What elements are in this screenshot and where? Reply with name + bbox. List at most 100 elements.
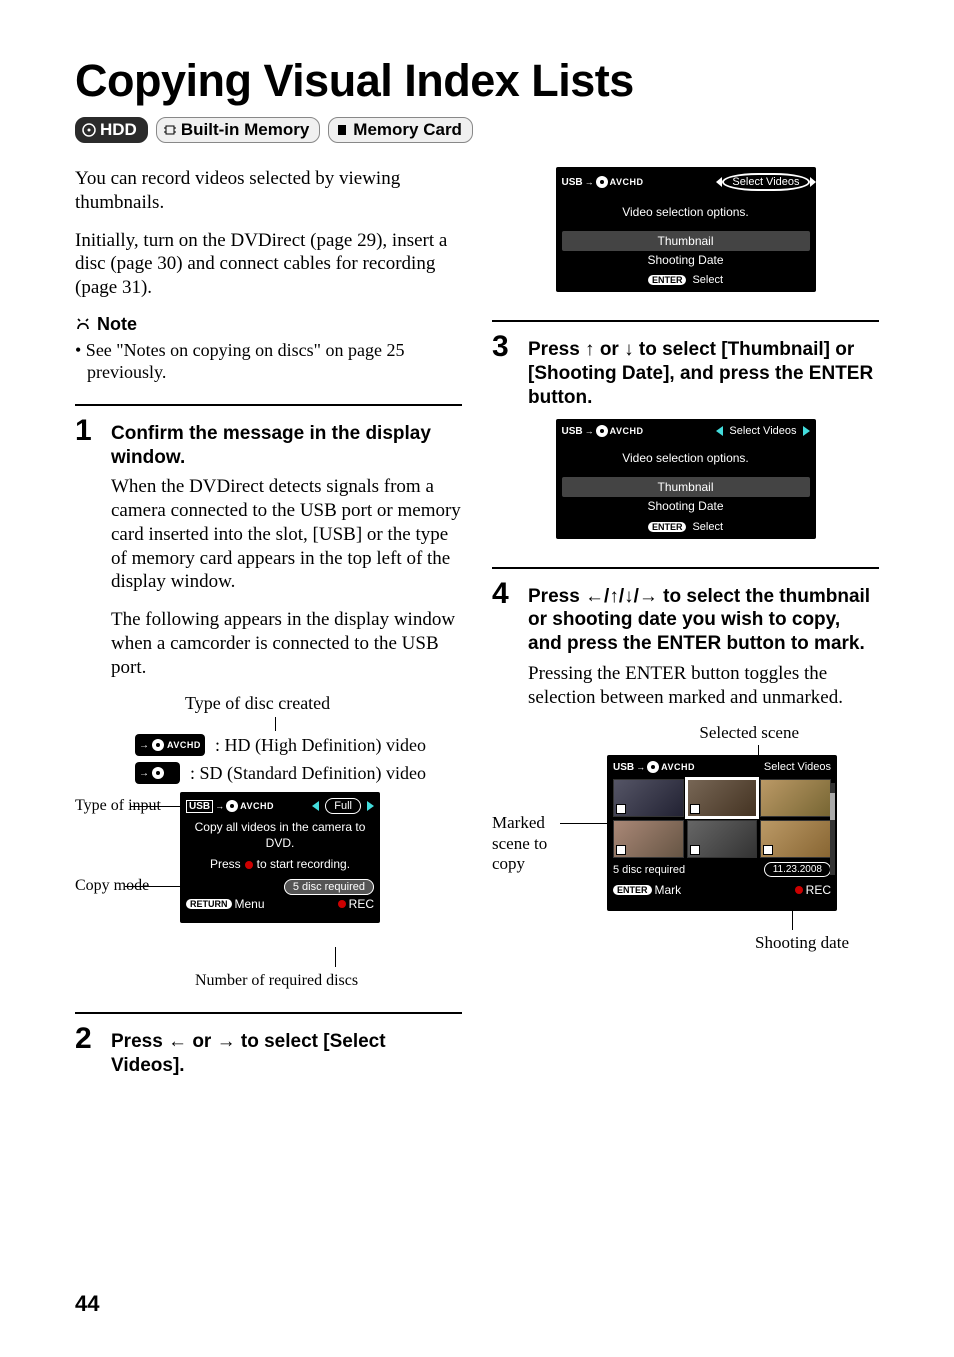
step-4-body: Pressing the ENTER button toggles the se…	[528, 662, 879, 710]
sd-disc-icon: →	[135, 762, 180, 784]
lcd3-enter-btn[interactable]: ENTER	[648, 522, 687, 532]
arrow-left-icon[interactable]	[312, 801, 319, 811]
lcd-screen-1: USB → AVCHD Full Copy all videos in the …	[180, 792, 380, 923]
badge-card: Memory Card	[328, 117, 473, 143]
separator	[492, 567, 879, 569]
badge-builtin-label: Built-in Memory	[181, 120, 309, 140]
lcd3-message: Video selection options.	[562, 451, 810, 467]
caption-disc-type: Type of disc created	[185, 693, 462, 714]
thumbnail-3[interactable]	[760, 779, 831, 817]
lcd2-disc-icon	[596, 176, 608, 188]
note-icon	[75, 316, 91, 332]
lcd2-usb: USB	[562, 177, 583, 188]
thumbnail-1[interactable]: ✓	[613, 779, 684, 817]
lcd1-usb: USB	[186, 800, 213, 813]
left-column: You can record videos selected by viewin…	[75, 167, 462, 1084]
label-selected-scene: Selected scene	[699, 723, 799, 743]
lcd2-message: Video selection options.	[562, 205, 810, 221]
step-3-heading: Press ↑ or ↓ to select [Thumbnail] or [S…	[528, 338, 879, 409]
lcd4-date: 11.23.2008	[764, 862, 831, 877]
rec-icon[interactable]	[338, 900, 346, 908]
lcd4-disc-icon	[647, 761, 659, 773]
step-4-heading: Press ←/↑/↓/→ to select the thumbnail or…	[528, 585, 879, 656]
separator	[492, 320, 879, 322]
page-number: 44	[75, 1291, 99, 1317]
lcd3-select-videos: Select Videos	[729, 425, 796, 437]
note-body: • See "Notes on copying on discs" on pag…	[75, 339, 462, 384]
lcd1-message: Copy all videos in the camera to DVD.	[186, 820, 374, 851]
step-4: 4 Press ←/↑/↓/→ to select the thumbnail …	[492, 579, 879, 656]
arrow-left-icon[interactable]	[716, 426, 723, 436]
lcd-screen-3: USB → AVCHD Select Videos Video selectio…	[556, 419, 816, 538]
lcd4-select-videos: Select Videos	[764, 761, 831, 773]
lcd2-enter-btn[interactable]: ENTER	[648, 275, 687, 285]
step-1-body-2: The following appears in the display win…	[111, 608, 462, 679]
scrollbar[interactable]	[830, 783, 835, 875]
arrow-right-icon[interactable]	[803, 426, 810, 436]
thumbnail-6[interactable]: ✓	[760, 820, 831, 858]
label-marked-scene: Marked scene to copy	[492, 813, 562, 874]
lcd1-discs: 5 disc required	[284, 879, 374, 895]
chip-icon	[163, 123, 177, 137]
step-2-heading: Press ← or → to select [Select Videos].	[111, 1030, 462, 1078]
arrow-right-icon[interactable]	[367, 801, 374, 811]
thumbnail-4[interactable]: ✓	[613, 820, 684, 858]
note-label: Note	[97, 314, 137, 335]
separator	[75, 404, 462, 406]
rec-dot-icon	[245, 861, 253, 869]
lcd3-disc-icon	[596, 425, 608, 437]
lcd4-discs: 5 disc required	[613, 864, 685, 876]
step-3-number: 3	[492, 332, 518, 409]
thumbnail-5[interactable]: ✓	[687, 820, 758, 858]
card-icon	[335, 123, 349, 137]
lcd4-mark-label: Mark	[655, 883, 682, 897]
step-1-number: 1	[75, 416, 101, 470]
lcd1-rec-label: REC	[349, 897, 374, 911]
lcd1-avchd: AVCHD	[240, 801, 274, 811]
lcd1-disc-icon	[226, 800, 238, 812]
lcd3-usb: USB	[562, 426, 583, 437]
lcd1-return-btn[interactable]: RETURN	[186, 899, 232, 909]
lcd2-select-videos[interactable]: Select Videos	[722, 173, 809, 191]
lcd3-avchd: AVCHD	[610, 426, 644, 436]
lcd2-avchd: AVCHD	[610, 177, 644, 187]
legend-sd: : SD (Standard Definition) video	[190, 763, 426, 784]
lcd4-enter-btn[interactable]: ENTER	[613, 885, 652, 895]
page-title: Copying Visual Index Lists	[75, 55, 879, 107]
right-column: USB → AVCHD Select Videos Video selectio…	[492, 167, 879, 1084]
lcd4-rec-label: REC	[806, 883, 831, 897]
note-heading: Note	[75, 314, 462, 335]
badge-hdd: HDD	[75, 117, 148, 143]
lcd4-avchd: AVCHD	[661, 762, 695, 772]
thumbnail-grid: ✓ ✓ ✓ ✓ ✓	[613, 779, 831, 858]
step-4-number: 4	[492, 579, 518, 656]
disc-legend: →AVCHD : HD (High Definition) video → : …	[135, 734, 462, 784]
legend-hd: : HD (High Definition) video	[215, 735, 426, 756]
media-badges: HDD Built-in Memory Memory Card	[75, 117, 879, 143]
hdd-icon	[82, 123, 96, 137]
lcd1-return-label: Menu	[235, 897, 265, 911]
step-1: 1 Confirm the message in the display win…	[75, 416, 462, 470]
lcd3-thumbnail[interactable]: Thumbnail	[562, 477, 810, 497]
lcd2-thumbnail[interactable]: Thumbnail	[562, 231, 810, 251]
intro-p2: Initially, turn on the DVDirect (page 29…	[75, 229, 462, 300]
badge-card-label: Memory Card	[353, 120, 462, 140]
step-1-heading: Confirm the message in the display windo…	[111, 422, 462, 470]
thumbnail-2-selected[interactable]: ✓	[687, 779, 758, 817]
badge-builtin: Built-in Memory	[156, 117, 320, 143]
lcd3-shooting-date[interactable]: Shooting Date	[562, 499, 810, 515]
lcd-screen-4: USB → AVCHD Select Videos ✓ ✓ ✓ ✓ ✓	[607, 755, 837, 911]
lcd2-select-label: Select	[692, 274, 723, 286]
step-2: 2 Press ← or → to select [Select Videos]…	[75, 1024, 462, 1078]
step-3: 3 Press ↑ or ↓ to select [Thumbnail] or …	[492, 332, 879, 409]
step-2-number: 2	[75, 1024, 101, 1078]
hd-disc-icon: →AVCHD	[135, 734, 205, 756]
rec-icon[interactable]	[795, 886, 803, 894]
lcd1-full: Full	[325, 798, 361, 814]
lcd-screen-2: USB → AVCHD Select Videos Video selectio…	[556, 167, 816, 292]
lcd4-usb: USB	[613, 762, 634, 773]
lcd2-shooting-date[interactable]: Shooting Date	[562, 253, 810, 269]
label-shooting-date: Shooting date	[755, 933, 849, 953]
caption-num-discs: Number of required discs	[195, 972, 358, 990]
badge-hdd-label: HDD	[100, 120, 137, 140]
